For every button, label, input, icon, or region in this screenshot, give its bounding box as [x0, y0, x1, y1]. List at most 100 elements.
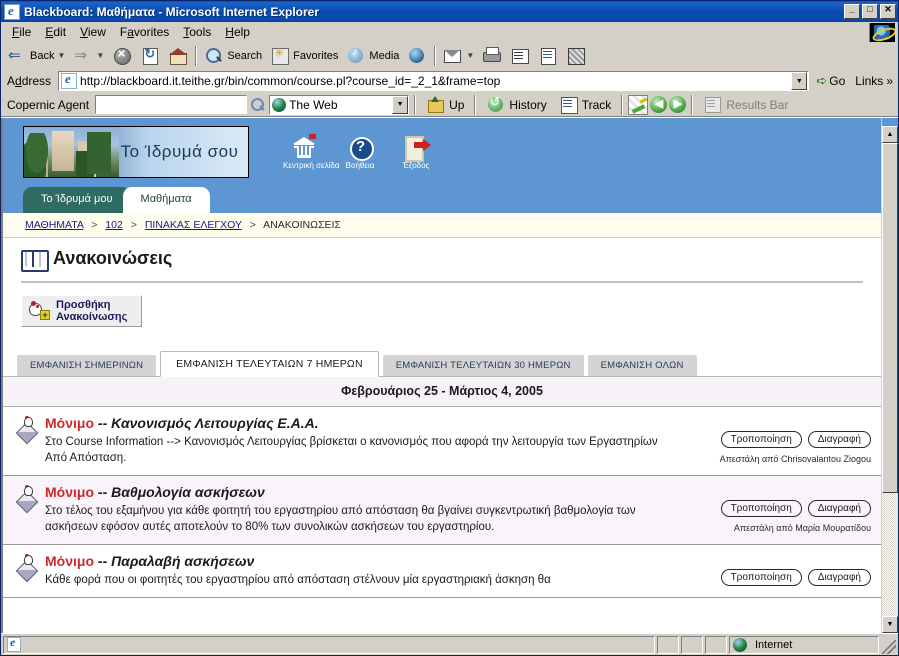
- highlighter-icon[interactable]: [628, 94, 649, 115]
- filter-tab-today[interactable]: ΕΜΦΑΝΙΣΗ ΣΗΜΕΡΙΝΩΝ: [17, 355, 157, 376]
- edit-announcement-button[interactable]: Τροποποίηση: [720, 569, 802, 586]
- breadcrumb-item-102[interactable]: 102: [105, 219, 123, 231]
- favorites-label: Favorites: [293, 49, 339, 62]
- media-button[interactable]: Media: [342, 45, 403, 67]
- mail-button[interactable]: ▼: [439, 45, 478, 67]
- resize-grip[interactable]: [882, 640, 896, 654]
- forward-dropdown-icon[interactable]: ▼: [96, 51, 104, 60]
- window-controls: _ □ ✕: [844, 4, 896, 19]
- breadcrumb-item-control-panel[interactable]: ΠΙΝΑΚΑΣ ΕΛΕΓΧΟΥ: [145, 219, 242, 231]
- menu-favorites[interactable]: Favorites: [113, 23, 176, 41]
- messenger-button[interactable]: [562, 45, 590, 67]
- scrollbar-track[interactable]: [882, 143, 898, 616]
- copernic-scope-dropdown-icon[interactable]: ▼: [392, 95, 409, 114]
- menu-favorites-rest: vorites: [133, 25, 170, 39]
- maximize-button[interactable]: □: [862, 4, 878, 19]
- breadcrumb-item-courses[interactable]: ΜΑΘΗΜΑΤΑ: [25, 219, 83, 231]
- edit-announcement-button[interactable]: Τροποποίηση: [720, 500, 802, 517]
- scroll-down-button[interactable]: ▼: [882, 616, 898, 633]
- nav-home[interactable]: Κεντρική σελίδα: [283, 134, 339, 170]
- nav-help[interactable]: Βοήθεια: [339, 134, 381, 170]
- printer-icon: [482, 46, 502, 66]
- filter-tab-last-30-days[interactable]: ΕΜΦΑΝΙΣΗ ΤΕΛΕΥΤΑΙΩΝ 30 ΗΜΕΡΩΝ: [382, 355, 584, 376]
- sender-prefix: Απεστάλη από: [733, 523, 793, 533]
- copernic-scope-value: The Web: [289, 97, 338, 112]
- copernic-separator-4: [691, 94, 694, 115]
- delete-announcement-button[interactable]: Διαγραφή: [807, 500, 871, 517]
- search-icon: [204, 46, 224, 66]
- announcement-actions: Τροποποίηση Διαγραφή Απεστάλη από Μαρία …: [681, 484, 871, 533]
- edit-announcement-button[interactable]: Τροποποίηση: [720, 431, 802, 448]
- status-page-icon: [7, 635, 21, 652]
- scroll-up-button[interactable]: ▲: [882, 126, 898, 143]
- announcement-body: Στο Course Information --> Κανονισμός Λε…: [45, 436, 658, 464]
- copernic-track-button[interactable]: Track: [554, 94, 617, 116]
- announcement-icon: [17, 554, 39, 581]
- menu-view-rest: iew: [87, 25, 106, 39]
- tab-my-institution[interactable]: Το Ίδρυμά μου: [23, 187, 131, 213]
- menu-tools[interactable]: Tools: [176, 23, 218, 41]
- minimize-glyph: _: [849, 4, 855, 14]
- filter-tab-all[interactable]: ΕΜΦΑΝΙΣΗ ΟΛΩΝ: [587, 355, 697, 376]
- announcement-icon: [17, 485, 39, 512]
- announcement-body: Κάθε φορά που οι φοιτητές του εργαστηρίο…: [45, 574, 551, 586]
- breadcrumb: ΜΑΘΗΜΑΤΑ > 102 > ΠΙΝΑΚΑΣ ΕΛΕΓΧΟΥ > ΑΝΑΚΟ…: [3, 213, 881, 238]
- menu-file[interactable]: File: [5, 23, 38, 41]
- page-body: Ανακοινώσεις + Προσθήκη Ανακοίνωσης ΕΜΦΑ…: [3, 238, 881, 598]
- announcement-icon: [17, 416, 39, 443]
- search-magnifier-icon[interactable]: [249, 96, 267, 114]
- nav-logout[interactable]: Έξοδος: [395, 134, 437, 170]
- copernic-history-button[interactable]: History: [481, 94, 551, 116]
- back-dropdown-icon[interactable]: ▼: [57, 51, 65, 60]
- menu-help[interactable]: Help: [218, 23, 257, 41]
- web-globe-icon: [272, 97, 287, 112]
- menu-view[interactable]: View: [73, 23, 113, 41]
- filter-tabs: ΕΜΦΑΝΙΣΗ ΣΗΜΕΡΙΝΩΝ ΕΜΦΑΝΙΣΗ ΤΕΛΕΥΤΑΙΩΝ 7…: [3, 337, 881, 377]
- copernic-label: Copernic Agent: [7, 97, 90, 112]
- tab-courses[interactable]: Μαθήματα: [122, 187, 210, 213]
- previous-hit-icon[interactable]: ◀: [650, 96, 668, 113]
- address-dropdown-icon[interactable]: ▼: [791, 72, 808, 90]
- copernic-scope-select[interactable]: The Web ▼: [269, 94, 410, 115]
- refresh-button[interactable]: [136, 45, 164, 67]
- forward-button[interactable]: ▼: [69, 45, 108, 67]
- search-button[interactable]: Search: [200, 45, 266, 67]
- menu-file-rest: ile: [19, 25, 32, 39]
- go-button[interactable]: ➪ Go: [812, 73, 849, 89]
- links-button[interactable]: Links »: [852, 74, 896, 88]
- mail-dropdown-icon[interactable]: ▼: [466, 51, 474, 60]
- blackboard-tabs: Το Ίδρυμά μου Μαθήματα: [23, 187, 210, 213]
- delete-announcement-button[interactable]: Διαγραφή: [807, 569, 871, 586]
- institution-banner: Το Ίδρυμά σου: [23, 126, 249, 178]
- next-hit-icon[interactable]: ▶: [669, 96, 687, 113]
- add-announcement-label: Προσθήκη Ανακοίνωσης: [56, 299, 127, 323]
- security-zone-panel[interactable]: Internet: [729, 635, 879, 654]
- edit-button[interactable]: [506, 45, 534, 67]
- media-icon: [346, 46, 366, 66]
- refresh-icon: [140, 46, 160, 66]
- close-button[interactable]: ✕: [880, 4, 896, 19]
- help-question-icon: [339, 134, 381, 161]
- print-button[interactable]: [478, 45, 506, 67]
- minimize-button[interactable]: _: [844, 4, 860, 19]
- nav-logout-label: Έξοδος: [402, 161, 430, 170]
- back-button[interactable]: Back ▼: [3, 45, 69, 67]
- add-announcement-button[interactable]: + Προσθήκη Ανακοίνωσης: [21, 295, 143, 327]
- copernic-up-button[interactable]: Up: [421, 94, 469, 116]
- copernic-results-bar-button[interactable]: Results Bar: [698, 94, 793, 116]
- vertical-scrollbar[interactable]: ▲ ▼: [881, 118, 898, 633]
- history-globe-button[interactable]: [403, 45, 431, 67]
- delete-announcement-button[interactable]: Διαγραφή: [807, 431, 871, 448]
- copernic-search-input[interactable]: [95, 95, 248, 114]
- favorites-star-icon: [270, 46, 290, 66]
- announcement-permanent-flag: Μόνιμο: [45, 484, 95, 500]
- menu-edit[interactable]: Edit: [38, 23, 73, 41]
- scrollbar-top-filler: [882, 118, 898, 126]
- home-button[interactable]: [164, 45, 192, 67]
- stop-button[interactable]: [108, 45, 136, 67]
- favorites-button[interactable]: Favorites: [266, 45, 342, 67]
- filter-tab-last-7-days[interactable]: ΕΜΦΑΝΙΣΗ ΤΕΛΕΥΤΑΙΩΝ 7 ΗΜΕΡΩΝ: [160, 351, 379, 377]
- address-input[interactable]: http://blackboard.it.teithe.gr/bin/commo…: [58, 71, 810, 91]
- discuss-button[interactable]: [534, 45, 562, 67]
- scrollbar-thumb[interactable]: [882, 143, 898, 494]
